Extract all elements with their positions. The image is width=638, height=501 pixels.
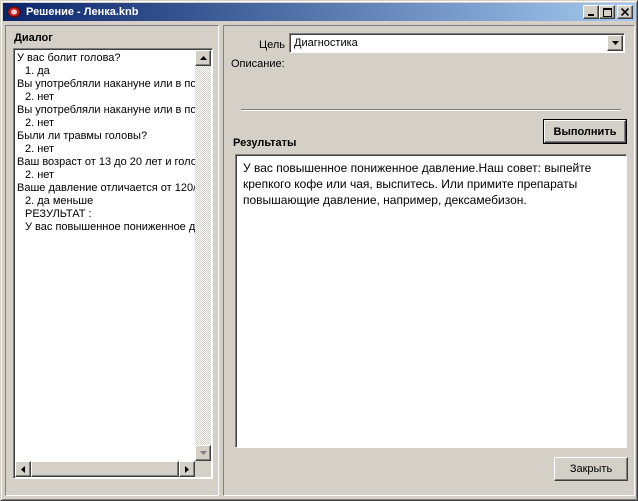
- minimize-icon: [588, 14, 594, 16]
- dialog-vertical-scrollbar[interactable]: [195, 50, 211, 461]
- dialog-line: У вас повышенное пониженное д: [25, 221, 196, 233]
- close-button[interactable]: Закрыть: [554, 457, 628, 481]
- dialog-line: Были ли травмы головы?: [17, 130, 148, 142]
- horizontal-scroll-thumb[interactable]: [31, 461, 179, 477]
- goal-selected-value: Диагностика: [294, 37, 358, 49]
- scroll-down-button[interactable]: [195, 445, 211, 461]
- dialog-line: 2. да меньше: [25, 195, 94, 207]
- results-text: У вас повышенное пониженное давление.Наш…: [243, 161, 592, 207]
- scrollbar-corner: [195, 461, 211, 477]
- minimize-button[interactable]: [583, 5, 599, 19]
- arrow-down-icon: [199, 451, 207, 455]
- dialog-line: 2. нет: [25, 91, 55, 103]
- dialog-label: Диалог: [14, 32, 53, 44]
- scroll-right-button[interactable]: [179, 461, 195, 477]
- dialog-list[interactable]: У вас болит голова? 1. да Вы употребляли н…: [13, 48, 213, 479]
- maximize-icon: [602, 7, 612, 17]
- close-window-button[interactable]: [617, 5, 633, 19]
- title-bar[interactable]: Решение - Ленка.knb: [3, 3, 635, 21]
- dialog-line: 1. да: [25, 65, 50, 77]
- dialog-line: 2. нет: [25, 143, 55, 155]
- results-label: Результаты: [233, 137, 297, 149]
- dialog-line: Ваше давление отличается от 120/: [17, 182, 197, 194]
- goal-dropdown-button[interactable]: [607, 35, 623, 51]
- execute-button[interactable]: Выполнить: [543, 119, 627, 144]
- dialog-line: У вас болит голова?: [17, 52, 121, 64]
- maximize-button[interactable]: [599, 5, 615, 19]
- chevron-down-icon: [611, 41, 619, 45]
- scroll-up-button[interactable]: [195, 50, 211, 66]
- goal-label: Цель: [259, 39, 286, 51]
- app-icon: [6, 5, 22, 19]
- dialog-horizontal-scrollbar[interactable]: [15, 461, 195, 477]
- window-title: Решение - Ленка.knb: [26, 6, 139, 18]
- dialog-line: Вы употребляли накануне или в по: [17, 104, 197, 116]
- description-label: Описание:: [231, 58, 285, 70]
- dialog-line: Вы употребляли накануне или в по: [17, 78, 197, 90]
- dialog-line: Ваш возраст от 13 до 20 лет и голо: [17, 156, 197, 168]
- goal-select[interactable]: Диагностика: [289, 33, 625, 53]
- arrow-left-icon: [21, 465, 25, 473]
- solution-window: Решение - Ленка.knb Диалог У вас болит г…: [0, 0, 638, 501]
- dialog-lines: У вас болит голова? 1. да Вы употребляли н…: [17, 52, 197, 234]
- arrow-up-icon: [199, 56, 207, 60]
- arrow-right-icon: [185, 465, 189, 473]
- results-textarea[interactable]: У вас повышенное пониженное давление.Наш…: [235, 154, 627, 448]
- scroll-left-button[interactable]: [15, 461, 31, 477]
- dialog-line: РЕЗУЛЬТАТ :: [25, 208, 92, 220]
- separator: [241, 109, 621, 111]
- dialog-line: 2. нет: [25, 117, 55, 129]
- close-icon: [621, 8, 629, 16]
- dialog-line: 2. нет: [25, 169, 55, 181]
